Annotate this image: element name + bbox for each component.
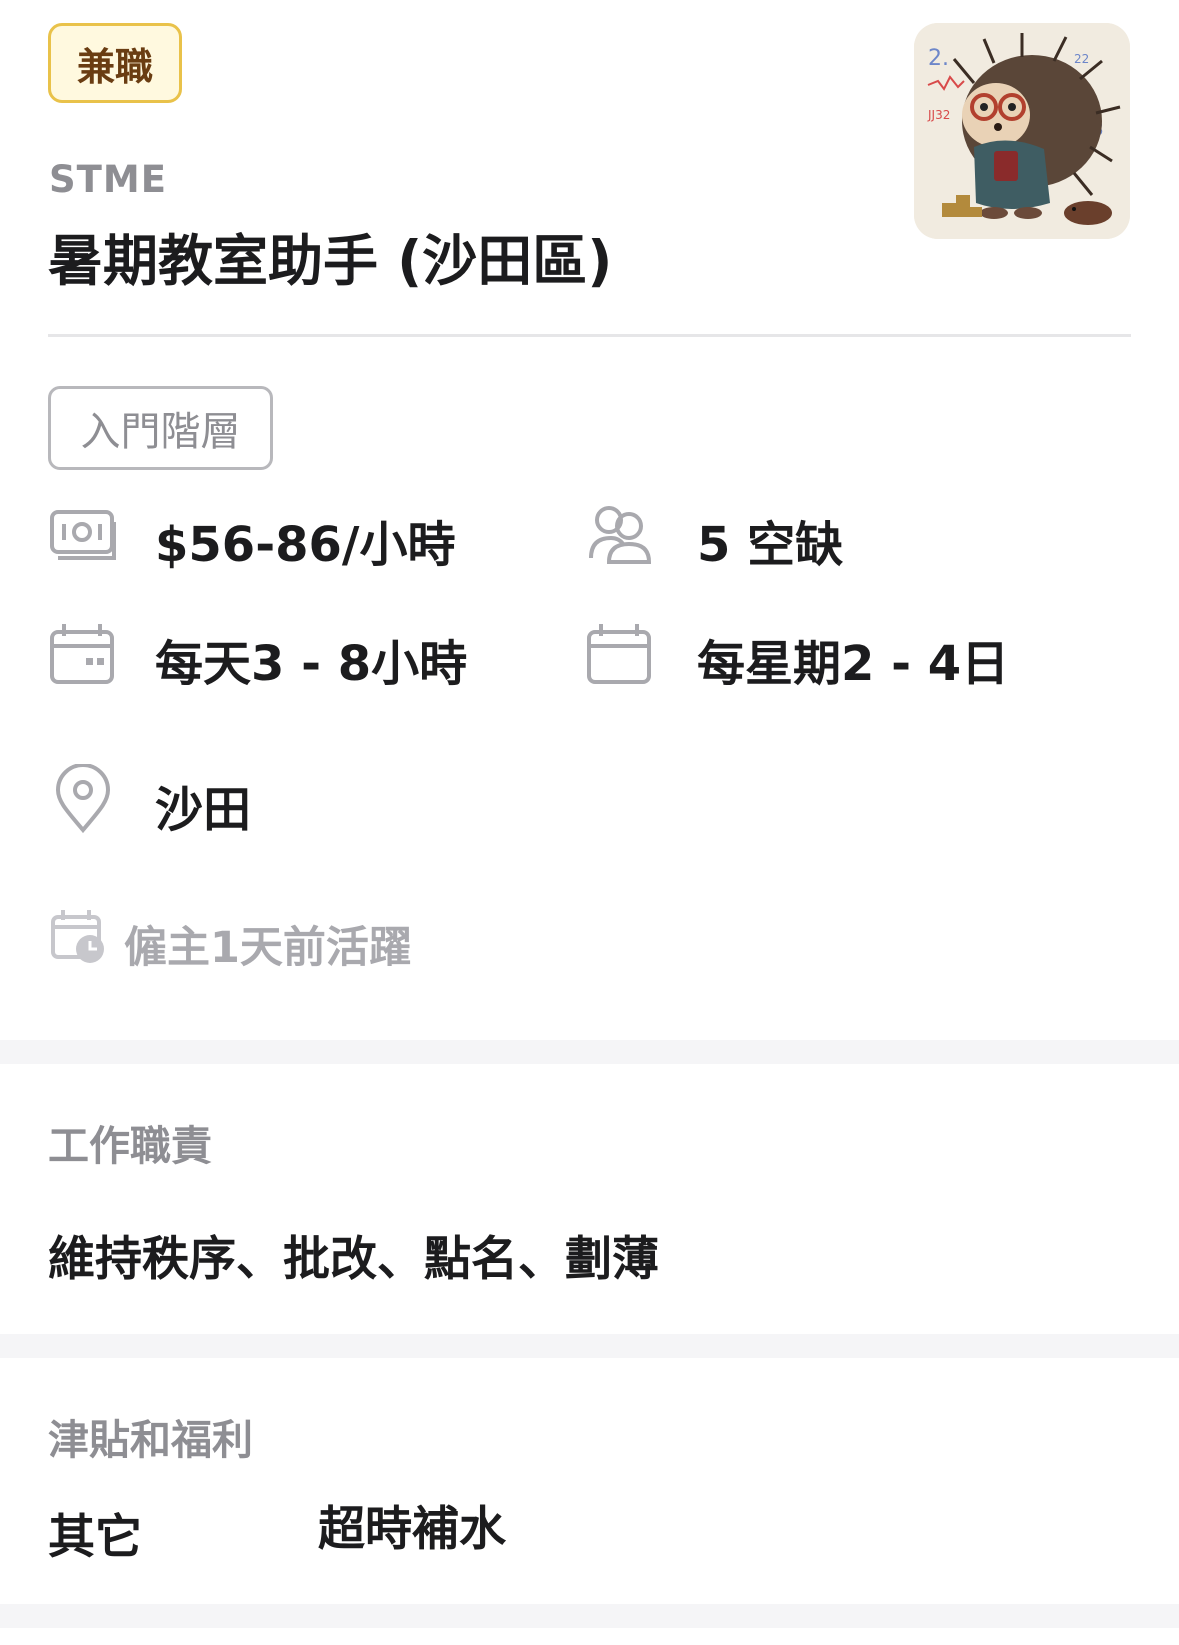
- section-gap: [0, 1040, 1179, 1064]
- duties-label: 工作職責: [48, 1122, 212, 1170]
- benefits-item: 超時補水: [318, 1502, 506, 1557]
- salary-text: $56-86/小時: [155, 517, 456, 573]
- header-divider: [48, 334, 1131, 337]
- calendar-icon: [587, 624, 651, 684]
- location-pin-icon: [55, 763, 111, 834]
- job-type-badge: 兼職: [48, 23, 182, 103]
- company-name[interactable]: STME: [49, 158, 167, 201]
- svg-text:JJ32: JJ32: [927, 108, 950, 122]
- job-level-tag: 入門階層: [48, 386, 273, 470]
- duties-text: 維持秩序、批改、點名、劃薄: [48, 1232, 659, 1287]
- job-title: 暑期教室助手 (沙田區): [48, 229, 613, 293]
- hedgehog-logo-image: 2. 22 8 JJ32: [914, 23, 1130, 239]
- section-gap: [0, 1604, 1179, 1628]
- days-text: 每星期2 - 4日: [697, 636, 1010, 692]
- calendar-hours-icon: [50, 624, 114, 684]
- svg-text:2.: 2.: [928, 46, 949, 71]
- people-icon: [589, 506, 652, 564]
- benefits-label: 津貼和福利: [48, 1416, 253, 1464]
- salary-row: [48, 500, 118, 574]
- company-logo[interactable]: 2. 22 8 JJ32: [914, 23, 1130, 239]
- days-row: [585, 618, 655, 692]
- benefits-category: 其它: [48, 1510, 142, 1565]
- location-text: 沙田: [155, 782, 252, 838]
- hours-text: 每天3 - 8小時: [155, 636, 468, 692]
- cash-icon: [50, 510, 116, 560]
- employer-active-text: 僱主1天前活躍: [124, 923, 412, 973]
- section-gap: [0, 1334, 1179, 1358]
- vacancies-text: 5 空缺: [697, 517, 844, 573]
- employer-active-row: [50, 907, 108, 969]
- svg-text:22: 22: [1074, 52, 1089, 66]
- hours-row: [48, 618, 118, 692]
- location-row: [48, 763, 118, 838]
- vacancies-row: [585, 500, 655, 574]
- calendar-clock-icon: [51, 910, 104, 963]
